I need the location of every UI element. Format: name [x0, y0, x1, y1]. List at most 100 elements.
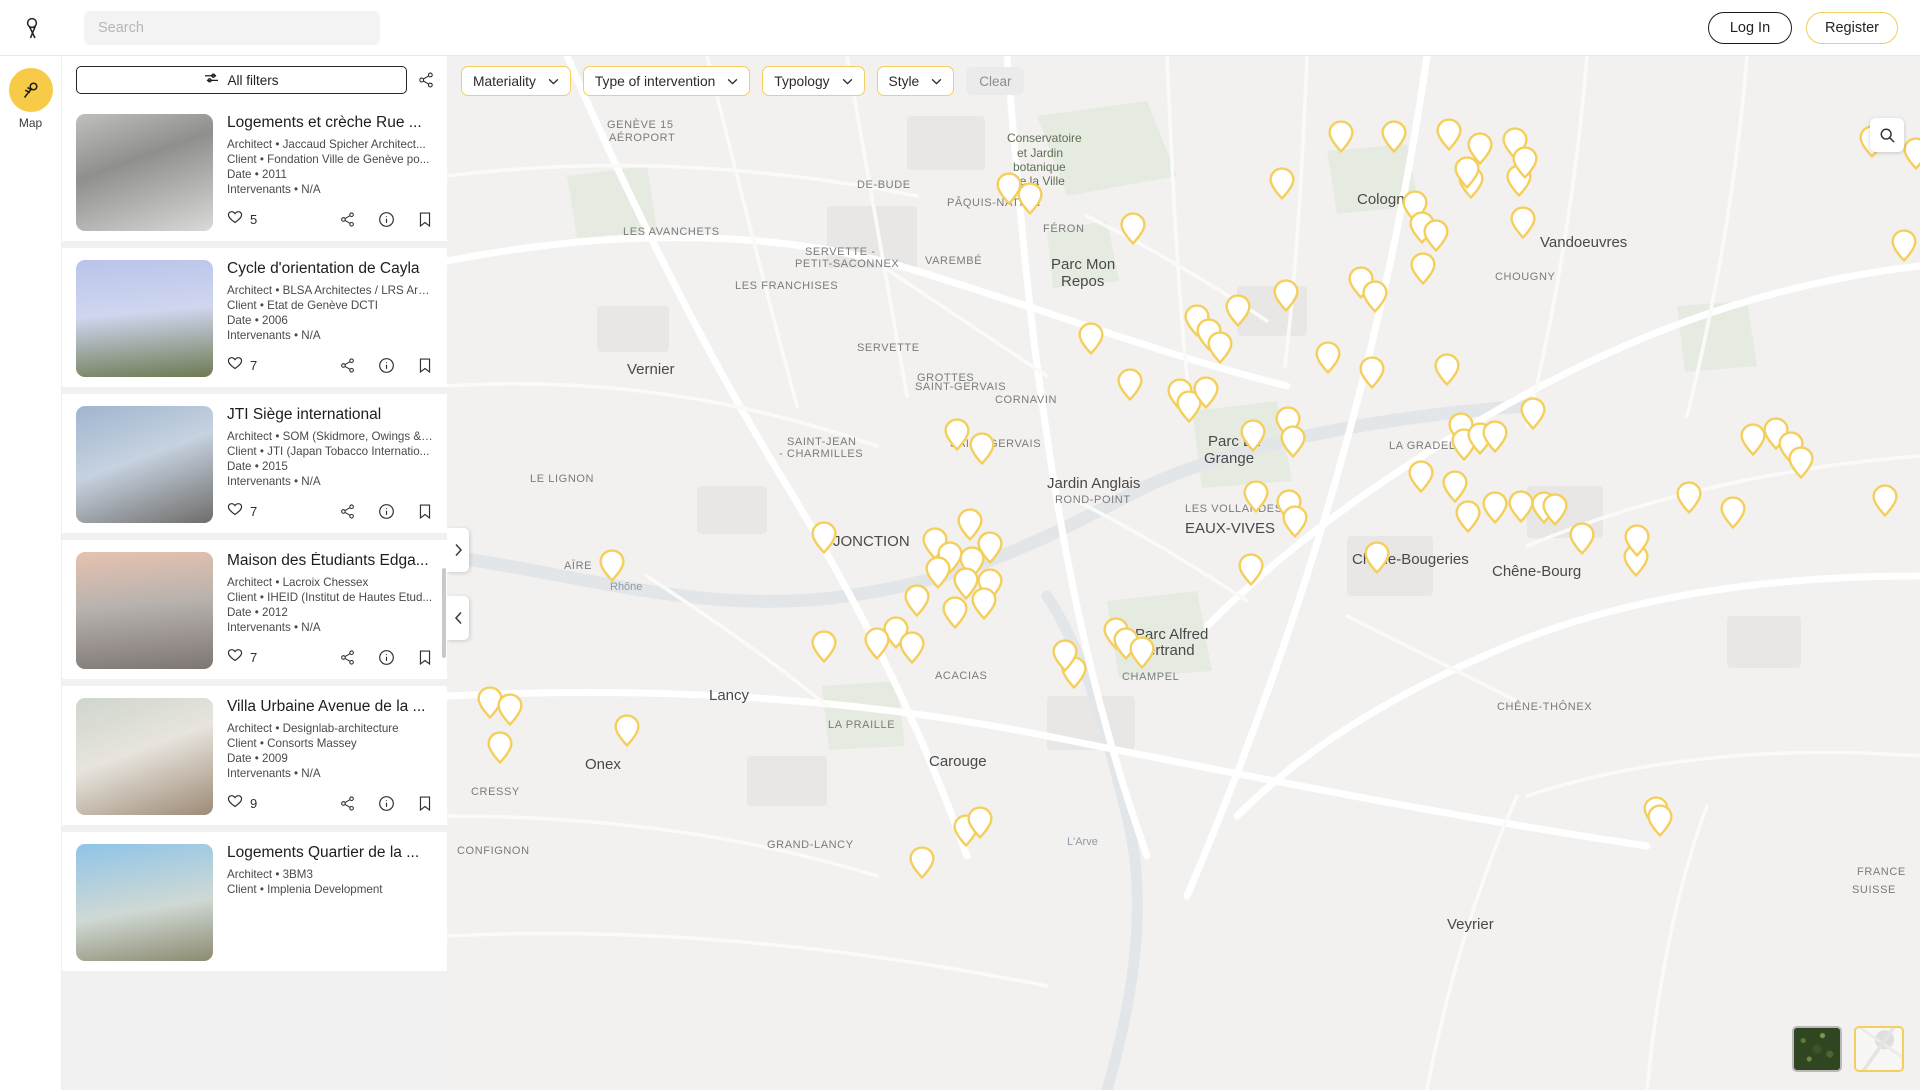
share-icon[interactable] — [339, 503, 356, 520]
like-button[interactable]: 7 — [227, 355, 257, 376]
map-pin[interactable] — [1569, 522, 1595, 556]
clear-filters-button[interactable]: Clear — [966, 67, 1025, 95]
map-pin[interactable] — [969, 432, 995, 466]
map-pin[interactable] — [1117, 368, 1143, 402]
bookmark-icon[interactable] — [417, 211, 433, 228]
map-pin[interactable] — [1442, 470, 1468, 504]
scissors-logo-icon[interactable] — [8, 0, 64, 56]
map-pin[interactable] — [614, 714, 640, 748]
bookmark-icon[interactable] — [417, 795, 433, 812]
share-icon[interactable] — [339, 211, 356, 228]
map-pin[interactable] — [944, 418, 970, 452]
bookmark-icon[interactable] — [417, 357, 433, 374]
map-pin[interactable] — [1408, 460, 1434, 494]
bookmark-icon[interactable] — [417, 649, 433, 666]
search-input[interactable] — [84, 10, 380, 45]
project-title[interactable]: Villa Urbaine Avenue de la ... — [227, 698, 433, 716]
map-pin[interactable] — [967, 806, 993, 840]
map-pin[interactable] — [811, 521, 837, 555]
bookmark-icon[interactable] — [417, 503, 433, 520]
map-pin[interactable] — [1647, 804, 1673, 838]
project-thumbnail[interactable] — [76, 844, 213, 961]
like-button[interactable]: 9 — [227, 793, 257, 814]
map-pin[interactable] — [1225, 294, 1251, 328]
map-pin[interactable] — [1362, 280, 1388, 314]
map-pin[interactable] — [1359, 356, 1385, 390]
map-pin[interactable] — [487, 731, 513, 765]
map-pin[interactable] — [1434, 353, 1460, 387]
map-pin[interactable] — [1120, 212, 1146, 246]
map-pin[interactable] — [1052, 639, 1078, 673]
map-pin[interactable] — [1017, 182, 1043, 216]
map-pin[interactable] — [1676, 481, 1702, 515]
like-button[interactable]: 5 — [227, 209, 257, 230]
map-pin[interactable] — [1410, 252, 1436, 286]
map-pin[interactable] — [1520, 397, 1546, 431]
map-pin[interactable] — [1269, 167, 1295, 201]
project-card[interactable]: Maison des Étudiants Edga... Architect • … — [62, 540, 447, 679]
project-title[interactable]: Maison des Étudiants Edga... — [227, 552, 433, 570]
map-pin[interactable] — [864, 627, 890, 661]
project-card[interactable]: Villa Urbaine Avenue de la ... Architect … — [62, 686, 447, 825]
project-title[interactable]: JTI Siège international — [227, 406, 433, 424]
map-pin[interactable] — [811, 630, 837, 664]
like-button[interactable]: 7 — [227, 647, 257, 668]
info-icon[interactable] — [378, 795, 395, 812]
map-pin[interactable] — [1891, 229, 1917, 263]
share-icon[interactable] — [339, 795, 356, 812]
map-search-button[interactable] — [1870, 118, 1904, 152]
map-pin[interactable] — [1455, 500, 1481, 534]
map-pin[interactable] — [1280, 425, 1306, 459]
share-icon[interactable] — [339, 357, 356, 374]
map-pin[interactable] — [1423, 219, 1449, 253]
map-pin[interactable] — [971, 587, 997, 621]
map-pin[interactable] — [909, 846, 935, 880]
basemap-satellite-tile[interactable] — [1792, 1026, 1842, 1072]
map-pin[interactable] — [1903, 137, 1920, 171]
sidebar-scrollbar[interactable] — [442, 568, 446, 658]
map-panel[interactable]: GENÈVE 15 AÉROPORT DE-BUDE PÂQUIS-NATION Con… — [447, 56, 1920, 1090]
map-pin[interactable] — [1454, 156, 1480, 190]
share-icon[interactable] — [417, 71, 435, 89]
project-title[interactable]: Logements Quartier de la ... — [227, 844, 433, 862]
search-box[interactable] — [84, 10, 380, 45]
map-pin[interactable] — [1624, 524, 1650, 558]
project-thumbnail[interactable] — [76, 698, 213, 815]
log-in-button[interactable]: Log In — [1708, 11, 1792, 44]
map-pin[interactable] — [899, 631, 925, 665]
map-pin[interactable] — [599, 549, 625, 583]
project-thumbnail[interactable] — [76, 406, 213, 523]
info-icon[interactable] — [378, 211, 395, 228]
map-filter-typology[interactable]: Typology — [762, 66, 865, 96]
map-pin[interactable] — [1872, 484, 1898, 518]
map-pin[interactable] — [1282, 505, 1308, 539]
map-pin[interactable] — [1482, 491, 1508, 525]
map-pin[interactable] — [1381, 120, 1407, 154]
map-pin[interactable] — [497, 693, 523, 727]
map-pin[interactable] — [1243, 480, 1269, 514]
like-button[interactable]: 7 — [227, 501, 257, 522]
sidebar-item-map[interactable]: Map — [0, 68, 61, 130]
project-thumbnail[interactable] — [76, 260, 213, 377]
map-pin[interactable] — [904, 584, 930, 618]
all-filters-button[interactable]: All filters — [76, 66, 407, 94]
project-thumbnail[interactable] — [76, 552, 213, 669]
map-pin[interactable] — [1512, 146, 1538, 180]
info-icon[interactable] — [378, 503, 395, 520]
map-pin[interactable] — [977, 531, 1003, 565]
info-icon[interactable] — [378, 649, 395, 666]
map-pin[interactable] — [1240, 419, 1266, 453]
map-pin[interactable] — [1078, 322, 1104, 356]
map-pin[interactable] — [1129, 636, 1155, 670]
map-filter-type-of-intervention[interactable]: Type of intervention — [582, 66, 751, 96]
map-pin[interactable] — [1207, 331, 1233, 365]
map-pin[interactable] — [1542, 493, 1568, 527]
project-card[interactable]: Logements Quartier de la ... Architect • … — [62, 832, 447, 971]
map-pin[interactable] — [1238, 553, 1264, 587]
project-title[interactable]: Cycle d'orientation de Cayla — [227, 260, 433, 278]
map-pin[interactable] — [1328, 120, 1354, 154]
info-icon[interactable] — [378, 357, 395, 374]
basemap-street-tile[interactable] — [1854, 1026, 1904, 1072]
map-pin[interactable] — [1510, 206, 1536, 240]
project-title[interactable]: Logements et crèche Rue ... — [227, 114, 433, 132]
